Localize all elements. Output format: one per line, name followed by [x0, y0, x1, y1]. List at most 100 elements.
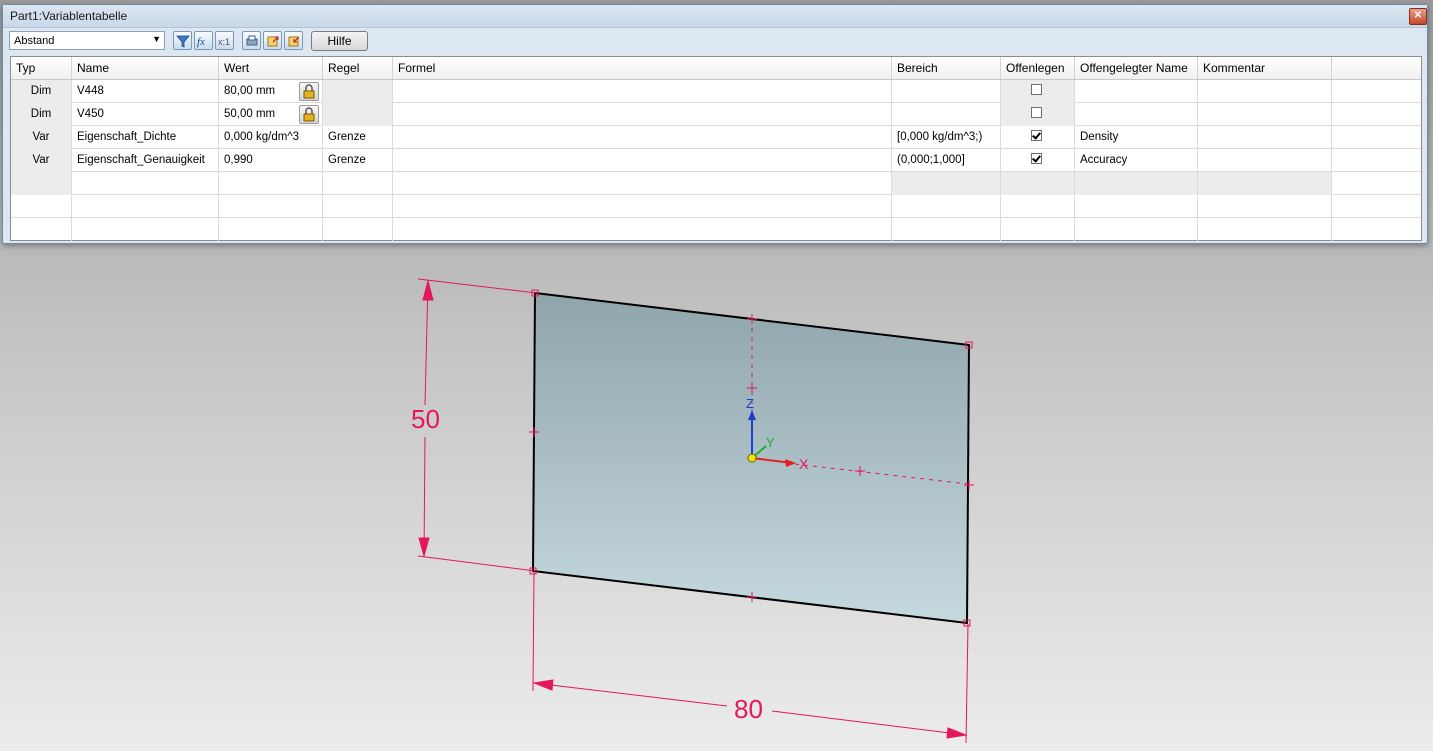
header-formel[interactable]: Formel	[393, 57, 892, 79]
cell-wert-value: 50,00 mm	[224, 108, 276, 120]
cell-kommentar[interactable]	[1198, 103, 1332, 126]
lock-button[interactable]	[299, 82, 319, 101]
cell-offengelegter-name[interactable]: Accuracy	[1075, 149, 1198, 172]
variable-table-window[interactable]: Part1:Variablentabelle ✕ Abstand ▼ fx x:…	[2, 4, 1428, 244]
close-button[interactable]: ✕	[1409, 8, 1427, 25]
filter-button[interactable]	[173, 31, 192, 50]
table-row-empty	[11, 218, 1421, 241]
cell-wert-value: 0,000 kg/dm^3	[224, 131, 300, 143]
header-wert[interactable]: Wert	[219, 57, 323, 79]
empty-cell	[72, 218, 219, 241]
table-row[interactable]: Dim V450 50,00 mm	[11, 103, 1421, 126]
cell-wert-value: 80,00 mm	[224, 85, 276, 97]
toolbar: Abstand ▼ fx x:1 Hilfe	[9, 31, 1421, 53]
cell-offenlegen	[1001, 103, 1075, 126]
lock-icon	[303, 107, 315, 122]
empty-cell	[219, 195, 323, 218]
cell-regel[interactable]	[323, 172, 393, 195]
cell-wert[interactable]: 0,000 kg/dm^3	[219, 126, 323, 149]
window-titlebar[interactable]: Part1:Variablentabelle ✕	[3, 5, 1427, 28]
empty-cell	[11, 218, 72, 241]
axis-z-label: Z	[746, 396, 754, 411]
cell-formel[interactable]	[393, 80, 892, 103]
filter-dropdown[interactable]: Abstand ▼	[9, 31, 165, 50]
cell-bereich[interactable]: [0,000 kg/dm^3;)	[892, 126, 1001, 149]
dimension-height-label[interactable]: 50	[411, 404, 440, 434]
cell-name[interactable]: Eigenschaft_Genauigkeit	[72, 149, 219, 172]
cell-regel[interactable]	[323, 80, 393, 103]
lock-icon	[303, 84, 315, 99]
cell-wert[interactable]: 0,990	[219, 149, 323, 172]
import-button[interactable]	[284, 31, 303, 50]
cell-formel[interactable]	[393, 172, 892, 195]
axis-y-label: Y	[766, 435, 775, 450]
empty-cell	[1075, 195, 1198, 218]
table-row-empty	[11, 195, 1421, 218]
cell-formel[interactable]	[393, 149, 892, 172]
svg-text:x:1: x:1	[218, 37, 230, 47]
header-name[interactable]: Name	[72, 57, 219, 79]
cell-formel[interactable]	[393, 103, 892, 126]
header-offengelegter-name[interactable]: Offengelegter Name	[1075, 57, 1198, 79]
formula-icon: fx	[197, 36, 205, 48]
axis-x-label: X	[799, 456, 809, 472]
import-icon	[288, 36, 300, 47]
filter-dropdown-value: Abstand	[14, 35, 55, 47]
cell-kommentar[interactable]	[1198, 126, 1332, 149]
empty-cell	[892, 195, 1001, 218]
function-button[interactable]: x:1	[215, 31, 234, 50]
cell-typ: Var	[11, 126, 72, 149]
help-button[interactable]: Hilfe	[311, 31, 368, 51]
cell-name[interactable]: V450	[72, 103, 219, 126]
cell-name[interactable]: Eigenschaft_Dichte	[72, 126, 219, 149]
cell-bereich[interactable]	[892, 80, 1001, 103]
cell-name[interactable]: V448	[72, 80, 219, 103]
formula-button[interactable]: fx	[194, 31, 213, 50]
header-offenlegen[interactable]: Offenlegen	[1001, 57, 1075, 79]
cell-offengelegter-name[interactable]	[1075, 103, 1198, 126]
cell-bereich[interactable]	[892, 103, 1001, 126]
header-regel[interactable]: Regel	[323, 57, 393, 79]
cell-typ: Dim	[11, 103, 72, 126]
cell-regel[interactable]: Grenze	[323, 126, 393, 149]
offenlegen-checkbox[interactable]	[1031, 153, 1042, 164]
cell-offengelegter-name[interactable]: Density	[1075, 126, 1198, 149]
cell-offenlegen	[1001, 126, 1075, 149]
empty-cell	[1075, 218, 1198, 241]
offenlegen-checkbox[interactable]	[1031, 130, 1042, 141]
cell-bereich[interactable]: (0,000;1,000]	[892, 149, 1001, 172]
dimension-width-label[interactable]: 80	[734, 694, 763, 724]
cell-regel[interactable]: Grenze	[323, 149, 393, 172]
svg-text:fx: fx	[197, 36, 205, 48]
window-title: Part1:Variablentabelle	[10, 9, 128, 23]
cell-bereich[interactable]	[892, 172, 1001, 195]
table-row[interactable]: Var Eigenschaft_Genauigkeit 0,990 Grenze…	[11, 149, 1421, 172]
cell-kommentar[interactable]	[1198, 80, 1332, 103]
table-row[interactable]: Var Eigenschaft_Dichte 0,000 kg/dm^3 Gre…	[11, 126, 1421, 149]
empty-cell	[323, 195, 393, 218]
cell-offengelegter-name[interactable]	[1075, 80, 1198, 103]
offenlegen-checkbox[interactable]	[1031, 84, 1042, 95]
lock-button[interactable]	[299, 105, 319, 124]
variable-table[interactable]: Typ Name Wert Regel Formel Bereich Offen…	[10, 56, 1422, 241]
cell-name[interactable]	[72, 172, 219, 195]
cell-offenlegen	[1001, 80, 1075, 103]
table-row-new[interactable]	[11, 172, 1421, 195]
export-button[interactable]	[263, 31, 282, 50]
header-kommentar[interactable]: Kommentar	[1198, 57, 1332, 79]
print-button[interactable]	[242, 31, 261, 50]
cell-kommentar[interactable]	[1198, 172, 1332, 195]
offenlegen-checkbox[interactable]	[1031, 107, 1042, 118]
table-row[interactable]: Dim V448 80,00 mm	[11, 80, 1421, 103]
cell-offengelegter-name[interactable]	[1075, 172, 1198, 195]
header-bereich[interactable]: Bereich	[892, 57, 1001, 79]
header-typ[interactable]: Typ	[11, 57, 72, 79]
cell-wert[interactable]	[219, 172, 323, 195]
cell-regel[interactable]	[323, 103, 393, 126]
cell-formel[interactable]	[393, 126, 892, 149]
empty-cell	[72, 195, 219, 218]
cell-kommentar[interactable]	[1198, 149, 1332, 172]
cell-wert-value: 0,990	[224, 154, 253, 166]
filter-icon	[176, 35, 190, 48]
cell-typ: Dim	[11, 80, 72, 103]
